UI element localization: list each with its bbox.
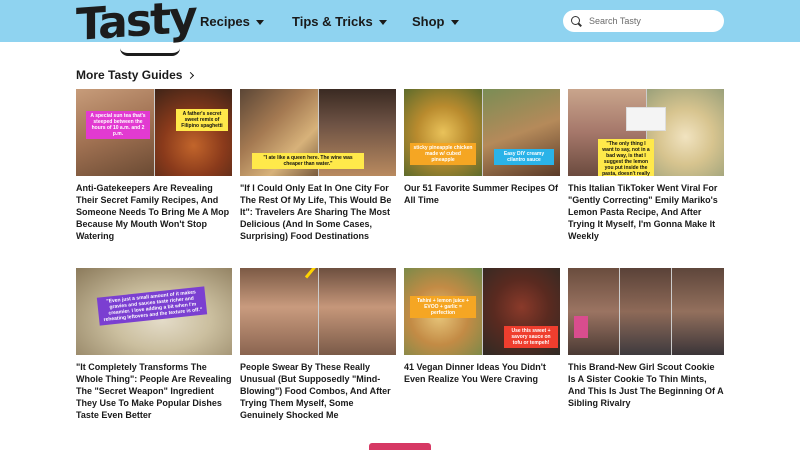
thumbnail-caption: "I ate like a queen here. The wine was c… — [252, 153, 364, 169]
guide-card[interactable]: Tahini + lemon juice + EVOO + garlic = p… — [404, 268, 560, 385]
card-title[interactable]: Our 51 Favorite Summer Recipes Of All Ti… — [404, 182, 560, 206]
chevron-right-icon — [187, 71, 195, 79]
cookie-box — [574, 316, 588, 338]
thumbnail-caption: Tahini + lemon juice + EVOO + garlic = p… — [410, 296, 476, 318]
card-thumbnail[interactable]: Tahini + lemon juice + EVOO + garlic = p… — [404, 268, 560, 355]
guide-card[interactable]: "I ate like a queen here. The wine was c… — [240, 89, 396, 242]
thumbnail-image — [240, 268, 318, 355]
site-logo[interactable]: Tasty — [0, 0, 196, 60]
caret-down-icon — [255, 19, 264, 25]
card-thumbnail[interactable]: "Even just a small amount of it makes gr… — [76, 268, 232, 355]
thumbnail-image — [568, 268, 619, 355]
card-title[interactable]: Anti-Gatekeepers Are Revealing Their Sec… — [76, 182, 232, 242]
thumbnail-caption: Easy DIY creamy cilantro sauce — [494, 149, 554, 165]
search-icon[interactable] — [571, 15, 582, 27]
card-title[interactable]: 41 Vegan Dinner Ideas You Didn't Even Re… — [404, 361, 560, 385]
card-title[interactable]: People Swear By These Really Unusual (Bu… — [240, 361, 396, 421]
nav-tips-tricks[interactable]: Tips & Tricks — [292, 0, 387, 42]
nav-shop-label: Shop — [412, 13, 445, 29]
guide-card[interactable]: A special sun tea that's steeped between… — [76, 89, 232, 242]
card-title[interactable]: This Brand-New Girl Scout Cookie Is A Si… — [568, 361, 724, 409]
nav-recipes[interactable]: Recipes — [200, 0, 264, 42]
card-thumbnail[interactable]: "I ate like a queen here. The wine was c… — [240, 89, 396, 176]
card-title[interactable]: "It Completely Transforms The Whole Thin… — [76, 361, 232, 421]
card-thumbnail[interactable]: sticky pineapple chicken made w/ cubed p… — [404, 89, 560, 176]
guide-card[interactable]: People Swear By These Really Unusual (Bu… — [240, 268, 396, 421]
thumbnail-image — [672, 268, 724, 355]
thumbnail-image — [620, 268, 671, 355]
nav-tips-tricks-label: Tips & Tricks — [292, 13, 373, 29]
card-thumbnail[interactable] — [568, 268, 724, 355]
guide-card[interactable]: "The only thing I want to say, not in a … — [568, 89, 724, 242]
thumbnail-image — [155, 89, 232, 176]
guide-card[interactable]: sticky pineapple chicken made w/ cubed p… — [404, 89, 560, 206]
guide-card[interactable]: "Even just a small amount of it makes gr… — [76, 268, 232, 421]
guide-card[interactable]: This Brand-New Girl Scout Cookie Is A Si… — [568, 268, 724, 409]
card-title[interactable]: "If I Could Only Eat In One City For The… — [240, 182, 396, 242]
thumbnail-image — [647, 89, 724, 176]
comment-screenshot — [626, 107, 666, 131]
search-input[interactable] — [589, 16, 714, 26]
thumbnail-caption: A father's secret sweet remix of Filipin… — [176, 109, 228, 131]
section-title-link[interactable]: More Tasty Guides — [76, 68, 195, 82]
thumbnail-caption: Use this sweet + savory sauce on tofu or… — [504, 326, 558, 348]
nav-shop[interactable]: Shop — [412, 0, 459, 42]
card-title[interactable]: This Italian TikToker Went Viral For "Ge… — [568, 182, 724, 242]
thumbnail-image — [319, 268, 396, 355]
nav-recipes-label: Recipes — [200, 13, 250, 29]
caret-down-icon — [378, 19, 387, 25]
card-thumbnail[interactable] — [240, 268, 396, 355]
logo-swoosh — [120, 48, 180, 56]
thumbnail-caption: sticky pineapple chicken made w/ cubed p… — [410, 143, 476, 165]
thumbnail-caption: "The only thing I want to say, not in a … — [598, 139, 654, 176]
caret-down-icon — [450, 19, 459, 25]
card-thumbnail[interactable]: "The only thing I want to say, not in a … — [568, 89, 724, 176]
section-title: More Tasty Guides — [76, 68, 183, 82]
thumbnail-caption: A special sun tea that's steeped between… — [86, 111, 150, 139]
logo-text: Tasty — [76, 0, 196, 52]
card-thumbnail[interactable]: A special sun tea that's steeped between… — [76, 89, 232, 176]
search-bar[interactable] — [563, 10, 724, 32]
show-more-button[interactable] — [369, 443, 431, 450]
